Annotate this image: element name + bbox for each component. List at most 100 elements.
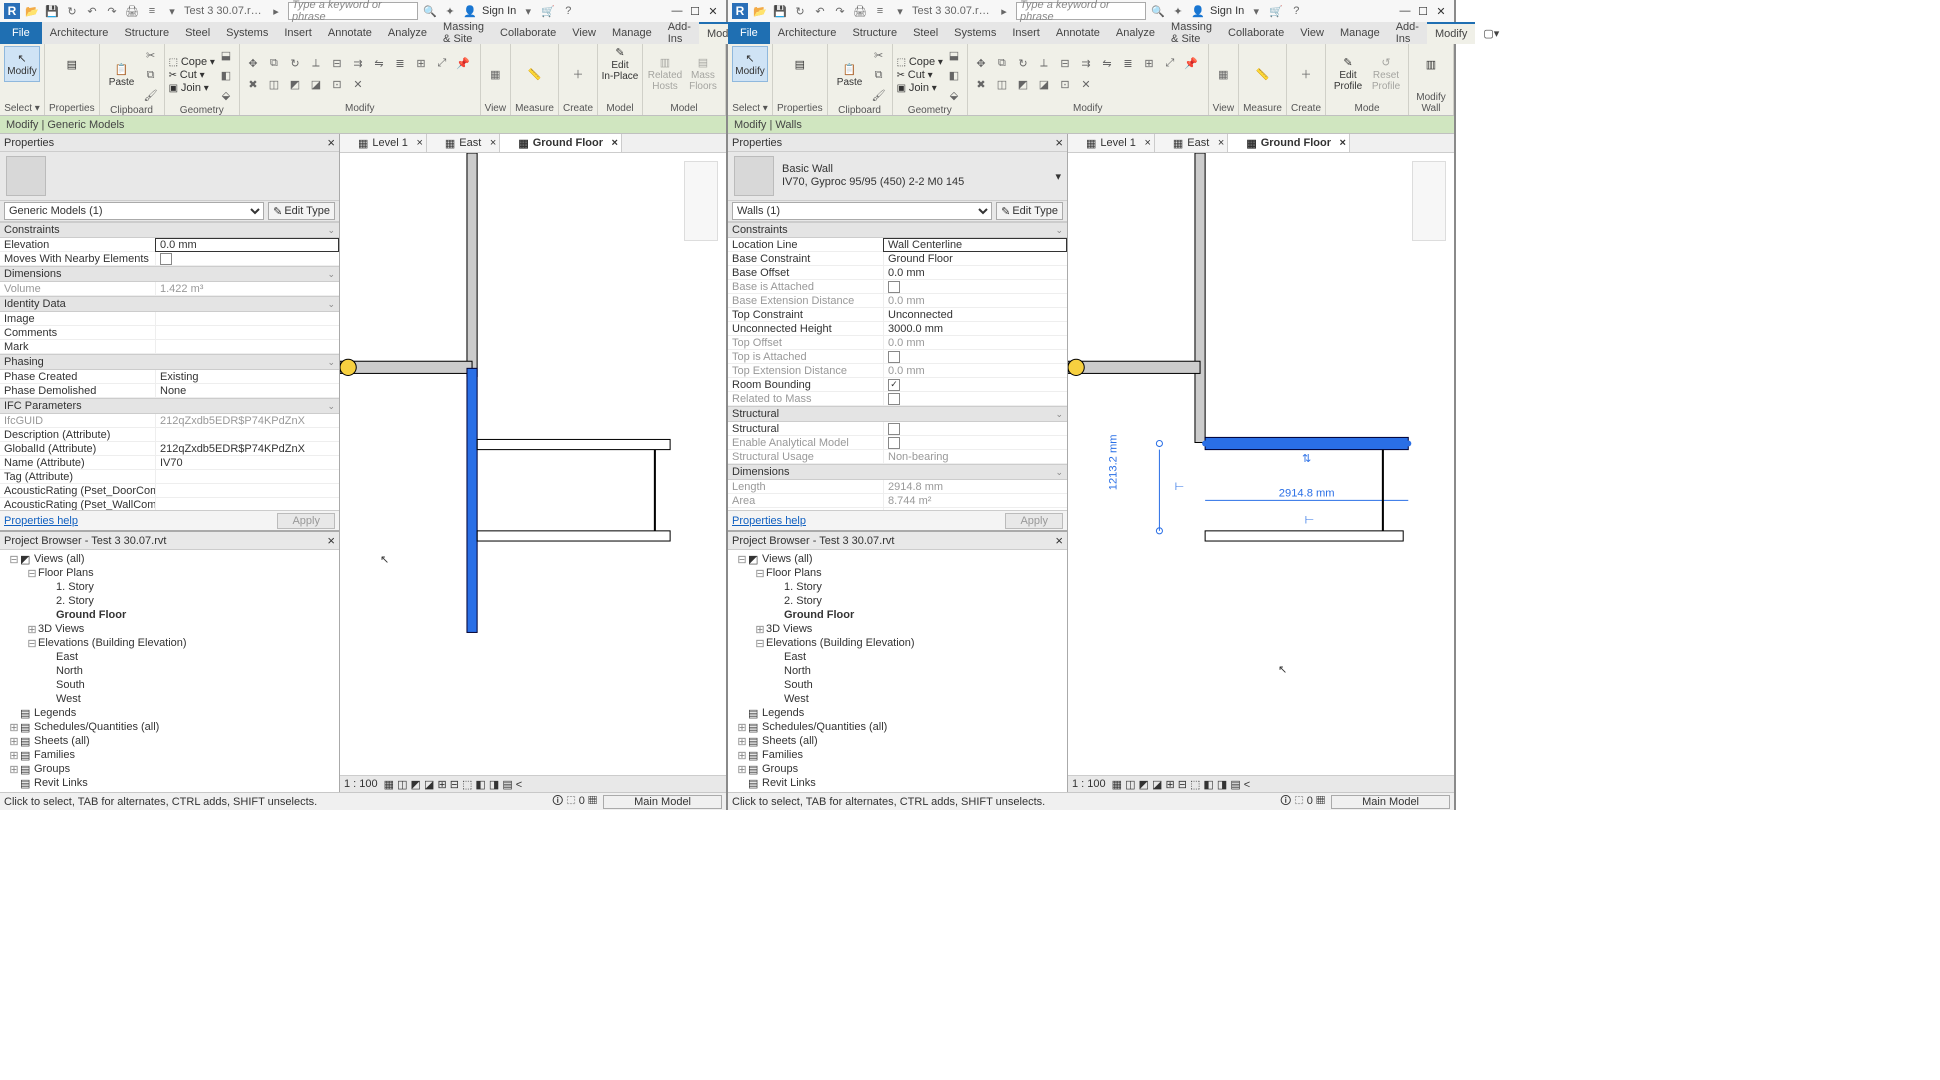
tree-node[interactable]: 1. Story [728,580,1067,594]
signin-icon[interactable]: 👤 [462,3,478,19]
tree-node[interactable]: ⊞▤Groups [0,762,339,776]
tree-node[interactable]: West [0,692,339,706]
m-icon-2[interactable]: ◩ [286,76,304,94]
witness-grip-icon[interactable]: ⊢ [1175,481,1185,493]
tab-manage[interactable]: Manage [1332,22,1388,44]
maximize-button[interactable]: ☐ [1414,2,1432,20]
tree-node[interactable]: North [0,664,339,678]
geo-icon-2[interactable]: ◧ [217,66,235,84]
prop-row[interactable]: Phase CreatedExisting [0,370,339,384]
help-icon[interactable]: ? [1288,3,1304,19]
wall-v-top[interactable] [467,153,477,376]
save-icon[interactable]: 💾 [44,3,60,19]
modify-tool-button[interactable]: ↖Modify [4,46,40,82]
prop-row[interactable]: Length2914.8 mm [728,480,1067,494]
tree-twisty-icon[interactable]: ⊞ [8,763,20,776]
prop-value[interactable]: Wall Centerline [883,238,1067,252]
measure-icon[interactable]: ≡ [144,3,160,19]
prop-row[interactable]: Top is Attached [728,350,1067,364]
app-dropdown-icon[interactable]: ▾ [520,3,536,19]
cut-geom-button[interactable]: ✂ Cut ▾ [169,69,215,81]
viewtab-level1[interactable]: ▦ Level 1× [340,134,427,152]
viewtab-close-icon[interactable]: × [1144,137,1150,149]
viewtab-east[interactable]: ▦ East× [427,134,500,152]
tree-twisty-icon[interactable]: ⊞ [736,735,748,748]
checkbox-icon[interactable] [888,423,900,435]
tab-analyze[interactable]: Analyze [1108,22,1163,44]
match-small-icon[interactable]: 🖌 [870,86,888,104]
drag-handle-icon[interactable] [1202,440,1208,446]
undo-icon[interactable]: ↶ [812,3,828,19]
tree-node[interactable]: ⊞▤Sheets (all) [0,734,339,748]
worksharing-display[interactable]: Main Model [603,795,722,809]
tree-node[interactable]: ⊞▤Families [0,748,339,762]
cut-small-icon[interactable]: ✂ [142,46,160,64]
paste-button[interactable]: 📋Paste [104,57,140,93]
print-icon[interactable]: 🖨 [852,3,868,19]
array-icon[interactable]: ⊞ [412,55,430,73]
trim-icon[interactable]: ⟂ [307,55,325,73]
tree-node[interactable]: ⊟◩Views (all) [728,552,1067,566]
tree-node[interactable]: ⊞▤Families [728,748,1067,762]
help-icon[interactable]: ? [560,3,576,19]
m-icon-1[interactable]: ◫ [265,76,283,94]
prop-row[interactable]: Base Extension Distance0.0 mm [728,294,1067,308]
viewtab-ground[interactable]: ▦ Ground Floor× [500,134,622,152]
close-button[interactable]: ✕ [1432,2,1450,20]
delete-icon[interactable]: ✖ [244,76,262,94]
prop-value[interactable] [155,470,339,483]
search-input[interactable]: Type a keyword or phrase [1016,2,1146,20]
checkbox-icon[interactable]: ✓ [888,379,900,391]
properties-help-link[interactable]: Properties help [4,515,78,527]
tab-architecture[interactable]: Architecture [770,22,845,44]
tree-twisty-icon[interactable]: ⊟ [736,553,748,566]
prop-value[interactable] [155,252,339,265]
prop-value[interactable]: 0.0 mm [155,238,339,252]
edit-inplace-button[interactable]: ✎Edit In-Place [602,46,638,82]
prop-group[interactable]: Phasing⌄ [0,354,339,370]
elevation-marker-icon[interactable] [1068,359,1084,375]
geo-icon-3[interactable]: ⬙ [945,86,963,104]
floor-bot[interactable] [1205,531,1403,541]
viewtab-level1[interactable]: ▦ Level 1× [1068,134,1155,152]
prop-row[interactable]: AcousticRating (Pset_WallCommon) [0,498,339,510]
prop-value[interactable]: 0.0 mm [883,266,1067,279]
rotate-icon[interactable]: ↻ [1014,55,1032,73]
m-icon-1[interactable]: ◫ [993,76,1011,94]
minimize-button[interactable]: — [1396,2,1414,20]
tree-node[interactable]: South [0,678,339,692]
prop-group[interactable]: IFC Parameters⌄ [0,398,339,414]
prop-group[interactable]: Identity Data⌄ [0,296,339,312]
align-icon[interactable]: ≣ [1119,55,1137,73]
tree-node[interactable]: ⊟Floor Plans [728,566,1067,580]
m-icon-2[interactable]: ◩ [1014,76,1032,94]
tab-file[interactable]: File [728,22,770,44]
m-icon-5[interactable]: ✕ [349,76,367,94]
signin-icon[interactable]: 👤 [1190,3,1206,19]
tree-node[interactable]: South [728,678,1067,692]
keystar-icon[interactable]: ✦ [442,3,458,19]
tab-overflow[interactable]: ▢▾ [1475,22,1507,44]
view-control-bar[interactable]: 1 : 100▦ ◫ ◩ ◪ ⊞ ⊟ ⬚ ◧ ◨ ▤ < [340,775,726,792]
prop-row[interactable]: Name (Attribute)IV70 [0,456,339,470]
prop-row[interactable]: Top Extension Distance0.0 mm [728,364,1067,378]
redo-icon[interactable]: ↷ [104,3,120,19]
project-tree[interactable]: ⊟◩Views (all)⊟Floor Plans1. Story2. Stor… [728,550,1067,792]
offset-icon[interactable]: ⇉ [349,55,367,73]
m-icon-4[interactable]: ⊡ [328,76,346,94]
scale-icon[interactable]: ⤢ [433,55,451,73]
measure-icon-btn[interactable]: 📏 [526,65,544,83]
geo-icon-1[interactable]: ⬓ [217,46,235,64]
tree-node[interactable]: ⊟Floor Plans [0,566,339,580]
geo-icon-3[interactable]: ⬙ [217,86,235,104]
create-icon[interactable]: ＋ [1297,65,1315,83]
properties-close-icon[interactable]: × [1055,135,1063,150]
temp-dim-v[interactable]: 1213.2 mm [1108,434,1120,490]
tree-twisty-icon[interactable]: ⊟ [754,567,766,580]
tree-node[interactable]: ⊞▤Schedules/Quantities (all) [728,720,1067,734]
tree-node[interactable]: North [728,664,1067,678]
tab-manage[interactable]: Manage [604,22,660,44]
prop-row[interactable]: Enable Analytical Model [728,436,1067,450]
close-button[interactable]: ✕ [704,2,722,20]
prop-row[interactable]: Tag (Attribute) [0,470,339,484]
